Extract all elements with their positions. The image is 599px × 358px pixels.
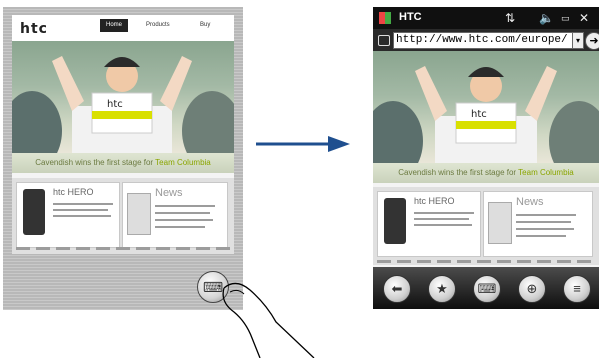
windows-flag-icon[interactable] <box>379 12 391 24</box>
news-card[interactable]: News <box>483 191 593 257</box>
webpage-before: htc Home Products Buy htc Cavendish wins… <box>12 15 234 254</box>
volume-icon: 🔈 <box>539 11 554 25</box>
hero-caption-after: Cavendish wins the first stage for Team … <box>373 163 599 183</box>
back-button[interactable]: ⬅ <box>383 275 411 303</box>
promo-card-hero[interactable]: htc HERO <box>377 191 481 257</box>
webpage-after: htc Cavendish wins the first stage for T… <box>373 51 599 267</box>
news-card[interactable]: News <box>122 182 228 248</box>
svg-text:htc: htc <box>471 109 487 120</box>
phone-thumbnail <box>384 198 406 244</box>
back-arrow-icon: ⬅ <box>391 281 403 296</box>
after-screen: HTC ⇅ 🔈 ▭ ✕ http://www.htc.com/europe/ ▾… <box>373 7 599 309</box>
battery-icon: ▭ <box>561 13 570 23</box>
close-icon[interactable]: ✕ <box>579 10 589 26</box>
nav-tab-products[interactable]: Products <box>140 19 176 32</box>
phone-thumbnail <box>23 189 45 235</box>
zoom-button[interactable]: ⊕ <box>518 275 546 303</box>
footer-links <box>377 260 595 263</box>
keyboard-icon: ⌨ <box>477 281 497 296</box>
before-screen: htc Home Products Buy htc Cavendish wins… <box>3 7 243 310</box>
keyboard-button[interactable]: ⌨ <box>473 275 501 303</box>
transition-arrow <box>256 136 350 152</box>
go-button[interactable]: ➜ <box>585 32 599 50</box>
url-dropdown[interactable]: ▾ <box>572 32 584 49</box>
nav-tab-buy[interactable]: Buy <box>194 19 216 32</box>
cyclist-illustration: htc <box>12 56 234 153</box>
news-title: News <box>516 196 544 208</box>
promo-row: htc HERO News <box>12 178 234 254</box>
promo-row-after: htc HERO News <box>373 187 599 265</box>
hero-image: htc <box>12 41 234 153</box>
hero-caption: Cavendish wins the first stage for Team … <box>12 153 234 173</box>
connectivity-icon: ⇅ <box>505 11 516 25</box>
promo-title: htc HERO <box>53 187 94 197</box>
hero-image-after: htc <box>373 51 599 163</box>
svg-text:htc: htc <box>107 99 123 110</box>
address-bar: http://www.htc.com/europe/ ▾ ➜ <box>373 29 599 51</box>
footer-links <box>16 247 230 250</box>
menu-icon: ≡ <box>573 281 581 296</box>
news-thumbnail <box>488 202 512 244</box>
news-thumbnail <box>127 193 151 235</box>
news-title: News <box>155 187 183 199</box>
promo-title: htc HERO <box>414 196 455 206</box>
status-bar: HTC ⇅ 🔈 ▭ ✕ <box>373 7 599 29</box>
finger-gesture <box>222 282 315 358</box>
site-header: htc Home Products Buy <box>12 15 234 42</box>
url-field[interactable]: http://www.htc.com/europe/ <box>393 32 573 49</box>
lock-icon <box>378 35 390 46</box>
nav-tab-home[interactable]: Home <box>100 19 129 32</box>
browser-toolbar: ⬅ ★ ⌨ ⊕ ≡ <box>373 267 599 309</box>
zoom-icon: ⊕ <box>526 281 538 296</box>
promo-card-hero[interactable]: htc HERO <box>16 182 120 248</box>
site-logo: htc <box>20 21 48 37</box>
cyclist-illustration: htc <box>373 66 599 163</box>
status-title: HTC <box>399 11 422 23</box>
favorites-button[interactable]: ★ <box>428 275 456 303</box>
menu-button[interactable]: ≡ <box>563 275 591 303</box>
favorites-star-icon: ★ <box>436 281 448 296</box>
